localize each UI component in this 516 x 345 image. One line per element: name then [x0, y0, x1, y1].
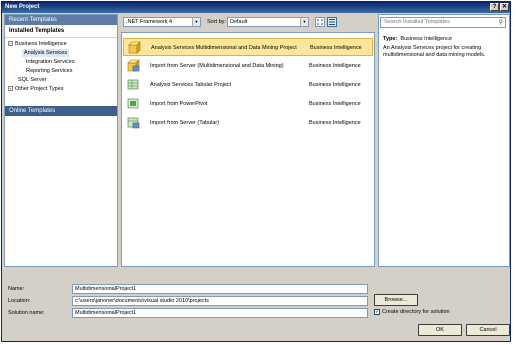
template-toolbar: .NET Framework 4 ▼ Sort by: Default ▼	[121, 16, 374, 30]
recent-templates-header[interactable]: Recent Templates	[5, 15, 117, 25]
template-category: Business Intelligence	[309, 82, 361, 88]
template-category: Business Intelligence	[309, 63, 361, 69]
template-name: Analysis Services Multidimensional and D…	[151, 45, 297, 51]
chevron-down-icon: ▼	[300, 18, 308, 26]
browse-button[interactable]: Browse...	[374, 294, 418, 306]
template-category: Business Intelligence	[309, 101, 361, 107]
online-templates-header[interactable]: Online Templates	[5, 106, 117, 116]
search-templates-input[interactable]: Search Installed Templates ⚲	[380, 17, 506, 28]
location-input[interactable]: c:\users\janoner\documents\visual studio…	[72, 296, 368, 306]
collapse-icon[interactable]: −	[8, 41, 13, 47]
location-label: Location:	[8, 298, 31, 304]
type-label: Type:	[383, 36, 398, 42]
cube-project-icon	[128, 41, 141, 54]
create-directory-label: Create directory for solution	[382, 309, 450, 315]
window-title: New Project	[5, 4, 40, 10]
medium-icons-view-button[interactable]	[315, 17, 325, 27]
tree-item-other-project-types[interactable]: + Other Project Types	[8, 85, 64, 93]
framework-value: .NET Framework 4	[126, 19, 173, 25]
title-bar: New Project ? ✕	[2, 2, 510, 13]
template-type: Type: Business Intelligence	[383, 36, 452, 42]
template-row-tabular-project[interactable]: Analysis Services Tabular Project Busine…	[123, 76, 373, 94]
tree-item-label: Other Project Types	[15, 86, 64, 92]
tree-item-business-intelligence[interactable]: − Business Intelligence	[8, 40, 67, 48]
framework-dropdown[interactable]: .NET Framework 4 ▼	[123, 17, 201, 27]
template-name: Import from PowerPivot	[150, 101, 208, 107]
template-row-import-powerpivot[interactable]: Import from PowerPivot Business Intellig…	[123, 95, 373, 113]
tree-item-reporting-services[interactable]: Reporting Services	[26, 67, 72, 75]
template-row-import-tabular[interactable]: Import from Server (Tabular) Business In…	[123, 114, 373, 132]
project-name-input[interactable]: MultidimensionalProject1	[72, 284, 368, 294]
powerpivot-import-icon	[127, 98, 139, 109]
sortby-label: Sort by:	[207, 19, 226, 25]
tree-item-label: Reporting Services	[26, 68, 73, 74]
sortby-dropdown[interactable]: Default ▼	[227, 17, 309, 27]
sortby-value: Default	[230, 19, 248, 25]
tree-item-label: SQL Server	[18, 77, 47, 83]
template-name: Analysis Services Tabular Project	[150, 82, 232, 88]
cube-import-icon	[127, 59, 140, 72]
tree-item-label: Analysis Services	[24, 50, 68, 56]
tree-item-label: Integration Services	[26, 59, 75, 65]
help-button[interactable]: ?	[490, 3, 499, 11]
expand-icon[interactable]: +	[8, 86, 13, 92]
chevron-down-icon: ▼	[192, 18, 200, 26]
template-description: An Analysis Services project for creatin…	[383, 45, 486, 58]
type-value: Business Intelligence	[400, 36, 452, 42]
grid-view-icon	[317, 19, 323, 25]
close-button[interactable]: ✕	[500, 3, 509, 11]
search-icon[interactable]: ⚲	[499, 19, 503, 28]
new-project-dialog: New Project ? ✕ Recent Templates Install…	[1, 1, 511, 342]
template-details-panel: Search Installed Templates ⚲ Type: Busin…	[378, 14, 510, 267]
name-label: Name:	[8, 286, 25, 292]
cancel-button[interactable]: Cancel	[466, 324, 510, 336]
location-value: c:\users\janoner\documents\visual studio…	[75, 298, 209, 304]
tree-item-integration-services[interactable]: Integration Services	[26, 58, 75, 66]
list-view-icon	[329, 19, 335, 25]
ok-button[interactable]: OK	[418, 324, 462, 336]
tree-item-label: Business Intelligence	[15, 41, 67, 47]
template-list: Analysis Services Multidimensional and D…	[121, 32, 375, 267]
template-name: Import from Server (Multidimensional and…	[150, 63, 284, 69]
create-directory-checkbox[interactable]: ✓ Create directory for solution	[374, 308, 450, 317]
template-row-import-multidimensional[interactable]: Import from Server (Multidimensional and…	[123, 57, 373, 75]
solution-name-label: Solution name:	[8, 310, 45, 316]
tree-item-sql-server[interactable]: SQL Server	[18, 76, 47, 84]
template-name: Import from Server (Tabular)	[150, 120, 220, 126]
tabular-import-icon	[127, 117, 140, 129]
template-row-multidimensional-project[interactable]: Analysis Services Multidimensional and D…	[123, 38, 373, 56]
tree-item-analysis-services[interactable]: Analysis Services	[22, 49, 70, 57]
installed-templates-header[interactable]: Installed Templates	[5, 25, 117, 38]
template-nav-panel: Recent Templates Installed Templates − Bu…	[4, 14, 118, 267]
tabular-project-icon	[127, 79, 139, 90]
solution-name-input[interactable]: MultidimensionalProject1	[72, 308, 368, 318]
template-category: Business Intelligence	[309, 120, 361, 126]
template-category: Business Intelligence	[310, 45, 362, 51]
checkbox-checked-icon[interactable]: ✓	[374, 308, 380, 315]
search-placeholder: Search Installed Templates	[384, 19, 450, 25]
list-view-button[interactable]	[327, 17, 337, 27]
